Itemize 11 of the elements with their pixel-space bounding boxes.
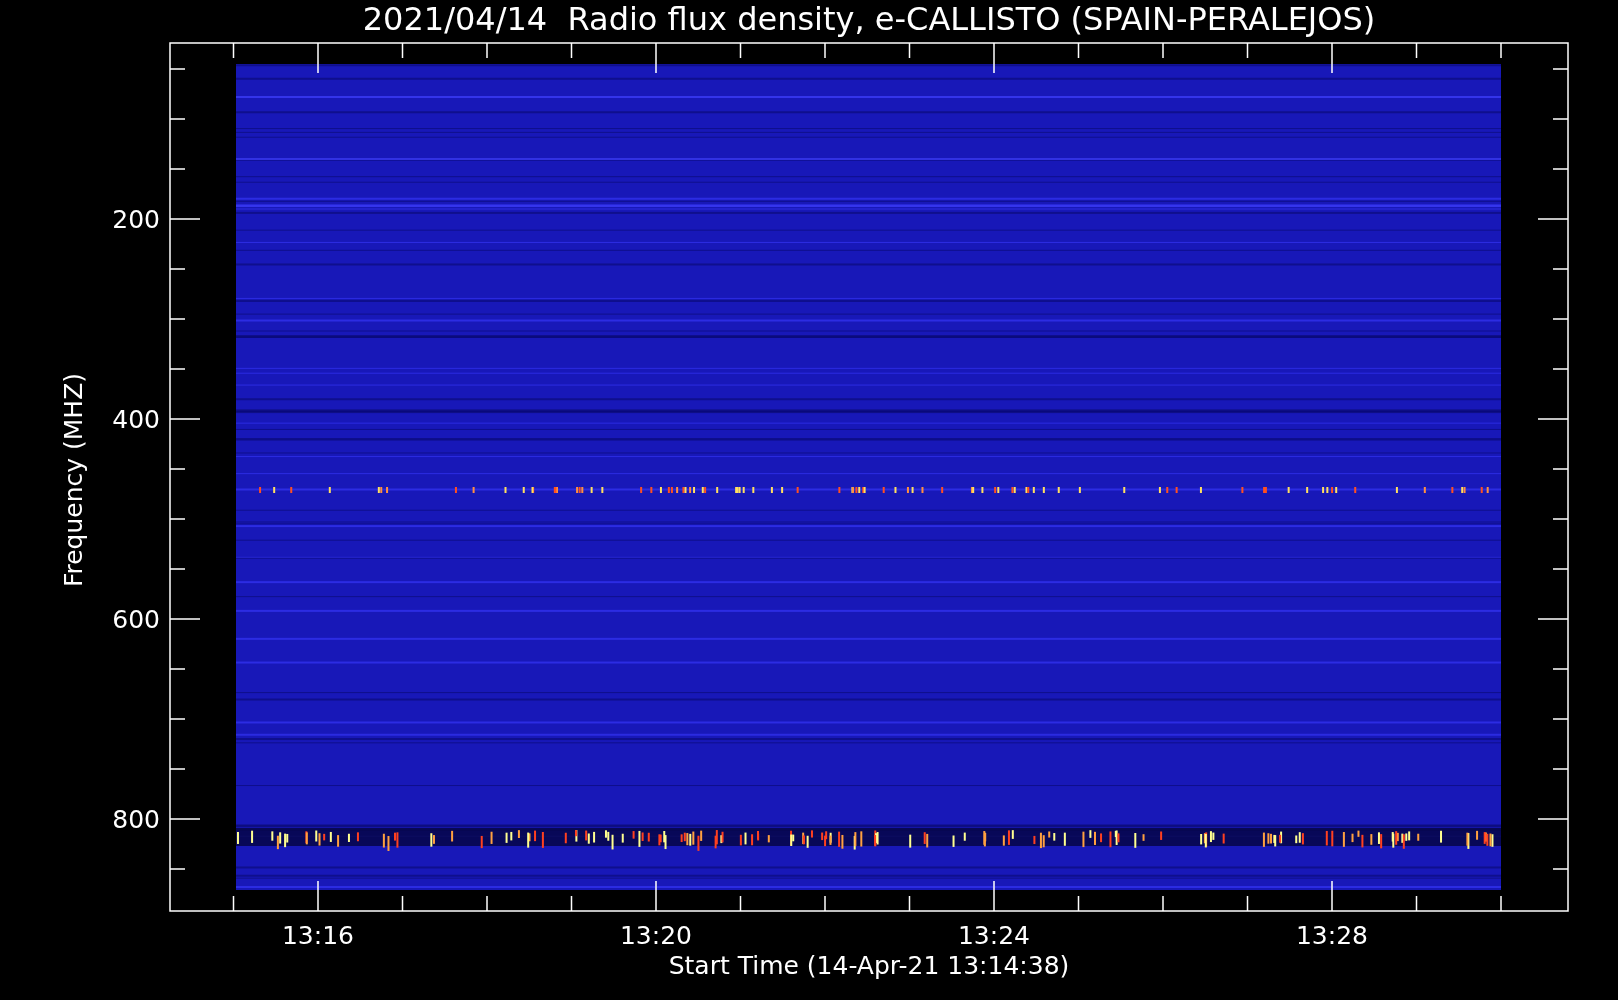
x-tick-label: 13:20 <box>620 921 692 950</box>
plot-title: 2021/04/14 Radio flux density, e-CALLISTO (SPAIN-PERALEJOS) <box>362 0 1376 38</box>
y-tick-label: 200 <box>112 205 160 234</box>
x-tick-label: 13:24 <box>958 921 1030 950</box>
y-tick-label: 600 <box>112 605 160 634</box>
x-axis-label: Start Time (14-Apr-21 13:14:38) <box>668 951 1070 980</box>
y-axis-label: Frequency (MHZ) <box>59 372 88 588</box>
y-tick-label: 800 <box>112 805 160 834</box>
y-tick-label: 400 <box>112 405 160 434</box>
x-tick-label: 13:16 <box>282 921 354 950</box>
x-tick-label: 13:28 <box>1296 921 1368 950</box>
